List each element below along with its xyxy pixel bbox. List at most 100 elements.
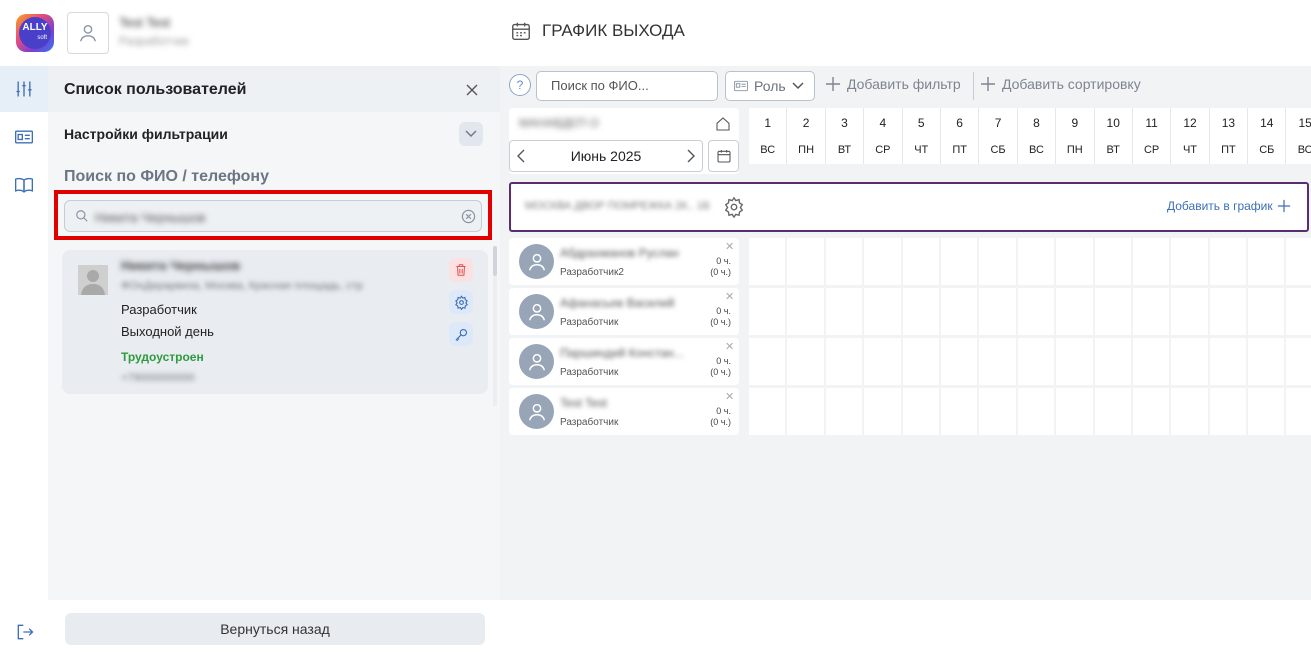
- schedule-cell[interactable]: [864, 238, 903, 285]
- add-sort-button[interactable]: Добавить сортировку: [980, 76, 1141, 92]
- schedule-cell[interactable]: [825, 388, 865, 435]
- next-month-icon[interactable]: [686, 149, 696, 163]
- employee-row[interactable]: Абдрахманов Руслан Разработчик2 ✕ 0 ч. (0 ч.…: [509, 238, 739, 285]
- schedule-cell[interactable]: [1171, 238, 1210, 285]
- schedule-cell[interactable]: [940, 388, 980, 435]
- remove-employee-icon[interactable]: ✕: [725, 340, 734, 353]
- schedule-cell[interactable]: [1132, 288, 1172, 335]
- schedule-cell[interactable]: [1209, 238, 1249, 285]
- schedule-cell[interactable]: [1248, 388, 1287, 435]
- schedule-cell[interactable]: [1017, 288, 1057, 335]
- schedule-cell[interactable]: [1094, 388, 1133, 435]
- date-picker-button[interactable]: [708, 140, 739, 172]
- fio-search-input[interactable]: [551, 78, 711, 93]
- back-button[interactable]: Вернуться назад: [65, 613, 485, 645]
- add-to-schedule-button[interactable]: Добавить в график: [1167, 199, 1291, 213]
- schedule-cell[interactable]: [1094, 338, 1133, 385]
- schedule-cell[interactable]: [902, 288, 941, 335]
- schedule-cell[interactable]: [864, 288, 903, 335]
- app-logo[interactable]: ALLY soft: [16, 14, 54, 52]
- schedule-cell[interactable]: [825, 238, 865, 285]
- schedule-cell[interactable]: [864, 388, 903, 435]
- schedule-cell[interactable]: [979, 338, 1018, 385]
- schedule-cell[interactable]: [1209, 338, 1249, 385]
- employee-row[interactable]: Test Test Разработчик ✕ 0 ч. (0 ч.): [509, 388, 739, 435]
- schedule-cell[interactable]: [787, 288, 826, 335]
- schedule-cell[interactable]: [749, 338, 788, 385]
- schedule-cell[interactable]: [940, 338, 980, 385]
- employee-row[interactable]: Паршиндий Констан... Разработчик ✕ 0 ч. (0 ч…: [509, 338, 739, 385]
- schedule-cell[interactable]: [1286, 238, 1311, 285]
- schedule-cell[interactable]: [902, 238, 941, 285]
- schedule-cell[interactable]: [1171, 338, 1210, 385]
- schedule-cell[interactable]: [749, 288, 788, 335]
- schedule-cell[interactable]: [1171, 388, 1210, 435]
- schedule-cell[interactable]: [1286, 288, 1311, 335]
- schedule-cell[interactable]: [1248, 238, 1287, 285]
- panel-scrollbar-track[interactable]: [493, 276, 497, 406]
- schedule-cell[interactable]: [1132, 388, 1172, 435]
- search-input[interactable]: [95, 207, 445, 227]
- schedule-cell[interactable]: [1094, 238, 1133, 285]
- filter-settings-toggle[interactable]: [459, 122, 483, 146]
- schedule-cell[interactable]: [902, 338, 941, 385]
- rail-cards-button[interactable]: [0, 114, 48, 160]
- role-dropdown[interactable]: Роль: [725, 71, 815, 101]
- user-card[interactable]: Никита Чернышов ФОнДерарвиза, Москва, Кр…: [62, 250, 488, 394]
- delete-user-button[interactable]: [449, 258, 473, 282]
- schedule-cell[interactable]: [1286, 338, 1311, 385]
- schedule-cell[interactable]: [940, 238, 980, 285]
- rail-docs-button[interactable]: [0, 162, 48, 208]
- schedule-cell[interactable]: [979, 288, 1018, 335]
- filter-settings-label[interactable]: Настройки фильтрации: [64, 126, 228, 142]
- schedule-cell[interactable]: [1132, 238, 1172, 285]
- schedule-cell[interactable]: [787, 388, 826, 435]
- schedule-cell[interactable]: [979, 238, 1018, 285]
- help-button[interactable]: ?: [509, 74, 531, 96]
- employee-row[interactable]: Афанасьев Василий Разработчик ✕ 0 ч. (0 ч.): [509, 288, 739, 335]
- schedule-cell[interactable]: [749, 388, 788, 435]
- user-key-button[interactable]: [449, 322, 473, 346]
- remove-employee-icon[interactable]: ✕: [725, 390, 734, 403]
- schedule-cell[interactable]: [1209, 388, 1249, 435]
- schedule-cell[interactable]: [1056, 288, 1095, 335]
- rail-filters-button[interactable]: [0, 66, 48, 112]
- panel-close-button[interactable]: [462, 80, 482, 100]
- schedule-cell[interactable]: [864, 338, 903, 385]
- schedule-cell[interactable]: [787, 238, 826, 285]
- schedule-cell[interactable]: [1286, 388, 1311, 435]
- remove-employee-icon[interactable]: ✕: [725, 240, 734, 253]
- schedule-cell[interactable]: [979, 388, 1018, 435]
- schedule-cell[interactable]: [1056, 388, 1095, 435]
- user-settings-button[interactable]: [449, 290, 473, 314]
- schedule-cell[interactable]: [940, 288, 980, 335]
- clear-icon[interactable]: [461, 209, 476, 224]
- remove-employee-icon[interactable]: ✕: [725, 290, 734, 303]
- search-field[interactable]: [64, 200, 482, 232]
- schedule-cell[interactable]: [1209, 288, 1249, 335]
- schedule-cell[interactable]: [825, 338, 865, 385]
- schedule-cell[interactable]: [1017, 238, 1057, 285]
- user-avatar[interactable]: [67, 12, 109, 54]
- schedule-cell[interactable]: [1132, 338, 1172, 385]
- schedule-cell[interactable]: [1171, 288, 1210, 335]
- schedule-cell[interactable]: [749, 238, 788, 285]
- add-filter-button[interactable]: Добавить фильтр: [825, 76, 961, 92]
- schedule-cell[interactable]: [1056, 238, 1095, 285]
- schedule-cell[interactable]: [1017, 338, 1057, 385]
- schedule-cell[interactable]: [787, 338, 826, 385]
- schedule-cell[interactable]: [1017, 388, 1057, 435]
- panel-scrollbar[interactable]: [493, 246, 497, 276]
- side-rail: [0, 66, 48, 656]
- schedule-cell[interactable]: [1248, 338, 1287, 385]
- schedule-cell[interactable]: [1248, 288, 1287, 335]
- home-button[interactable]: [715, 116, 731, 137]
- schedule-cell[interactable]: [1094, 288, 1133, 335]
- fio-search-field[interactable]: [536, 71, 718, 101]
- schedule-cell[interactable]: [902, 388, 941, 435]
- schedule-cell[interactable]: [825, 288, 865, 335]
- group-settings-button[interactable]: [723, 196, 745, 223]
- schedule-cell[interactable]: [1056, 338, 1095, 385]
- prev-month-icon[interactable]: [516, 149, 526, 163]
- logout-button[interactable]: [14, 622, 36, 647]
